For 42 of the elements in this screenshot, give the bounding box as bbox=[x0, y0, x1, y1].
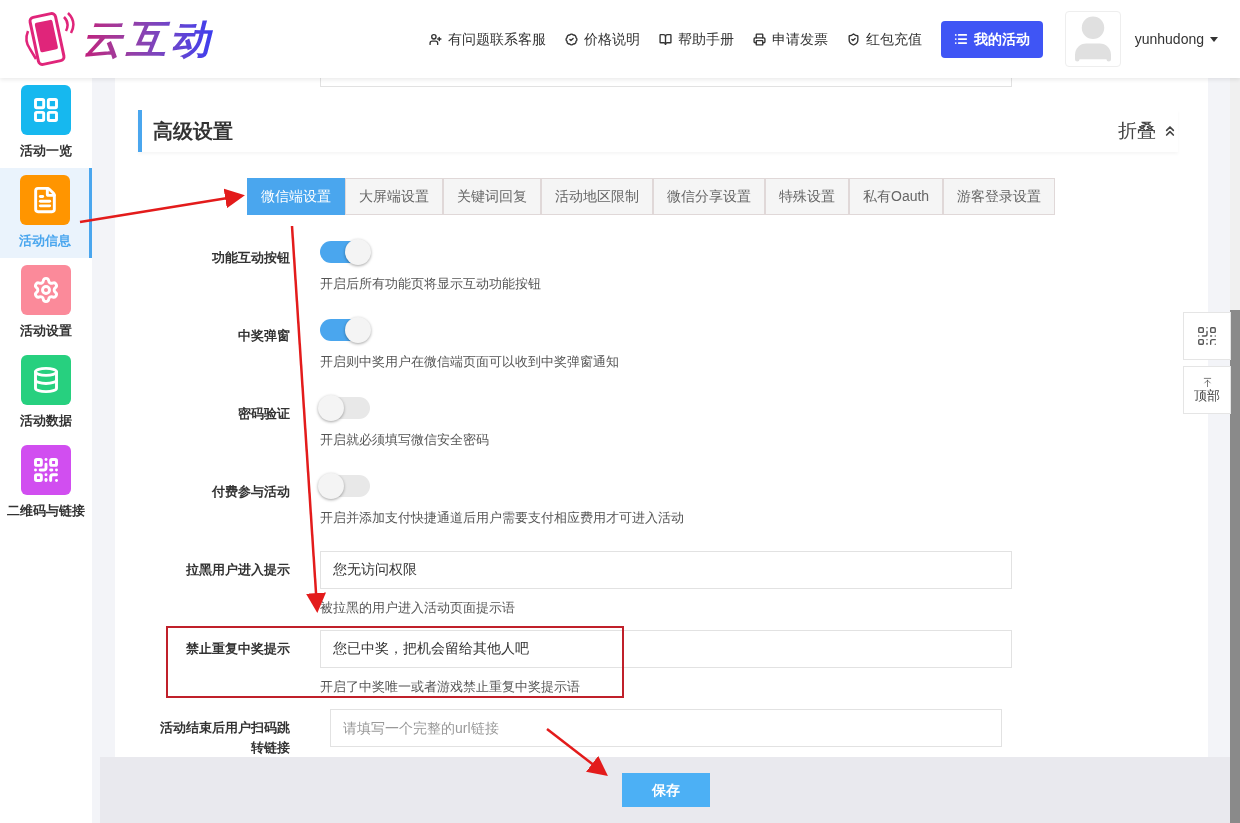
field-label: 拉黑用户进入提示 bbox=[185, 561, 290, 579]
text-field[interactable]: 您已中奖，把机会留给其他人吧 bbox=[320, 630, 1012, 668]
hint-text: 开启并添加支付快捷通道后用户需要支付相应费用才可进入活动 bbox=[320, 509, 684, 527]
sidebar-label: 活动信息 bbox=[18, 232, 71, 251]
hint-text: 开启就必须填写微信安全密码 bbox=[320, 431, 489, 449]
sidebar-label: 活动一览 bbox=[20, 142, 72, 161]
field-label: 付费参与活动 bbox=[210, 483, 290, 501]
back-to-top-button[interactable]: 顶部 bbox=[1183, 366, 1231, 414]
sidebar-label: 二维码与链接 bbox=[7, 502, 85, 521]
hint-text: 被拉黑的用户进入活动页面提示语 bbox=[320, 599, 516, 617]
text-field[interactable]: 请填写一个完整的url链接 bbox=[330, 709, 1002, 747]
tab[interactable]: 活动地区限制 bbox=[541, 178, 653, 215]
nav-link[interactable]: 价格说明 bbox=[564, 28, 640, 50]
nav-link[interactable]: 红包充值 bbox=[846, 28, 922, 50]
section-title: 高级设置 bbox=[153, 119, 233, 144]
nav-link[interactable]: 申请发票 bbox=[752, 28, 828, 50]
tab[interactable]: 游客登录设置 bbox=[943, 178, 1056, 215]
hint-text: 开启则中奖用户在微信端页面可以收到中奖弹窗通知 bbox=[320, 353, 619, 371]
field-label: 活动结束后用户扫码跳转链接 bbox=[159, 719, 290, 757]
collapse-button[interactable]: 折叠 bbox=[1118, 116, 1178, 146]
text-field[interactable]: 您无访问权限 bbox=[320, 551, 1012, 589]
nav-link[interactable]: 有问题联系客服 bbox=[428, 28, 546, 50]
tab[interactable]: 微信分享设置 bbox=[653, 178, 765, 215]
tab[interactable]: 特殊设置 bbox=[765, 178, 849, 215]
field-label: 功能互动按钮 bbox=[211, 249, 290, 267]
field-label: 禁止重复中奖提示 bbox=[185, 640, 290, 658]
sidebar-item[interactable]: 二维码与链接 bbox=[0, 438, 92, 528]
tab[interactable]: 大屏端设置 bbox=[345, 178, 443, 215]
field-label: 密码验证 bbox=[237, 405, 290, 423]
field-label: 中奖弹窗 bbox=[237, 327, 290, 345]
sidebar-item[interactable]: 活动设置 bbox=[0, 258, 92, 348]
sidebar-item[interactable]: 活动一览 bbox=[0, 78, 92, 168]
tab[interactable]: 关键词回复 bbox=[443, 178, 541, 215]
hint-text: 开启了中奖唯一或者游戏禁止重复中奖提示语 bbox=[320, 678, 581, 696]
sidebar-label: 活动设置 bbox=[20, 322, 72, 341]
hint-text: 开启后所有功能页将显示互动功能按钮 bbox=[320, 275, 541, 293]
my-activities-button[interactable]: 我的活动 bbox=[940, 20, 1043, 58]
tab[interactable]: 私有Oauth bbox=[849, 178, 944, 215]
user-menu[interactable]: yunhudong bbox=[1134, 28, 1218, 50]
sidebar-item[interactable]: 活动数据 bbox=[0, 348, 92, 438]
sidebar-label: 活动数据 bbox=[20, 412, 72, 431]
nav-link[interactable]: 帮助手册 bbox=[658, 28, 734, 50]
